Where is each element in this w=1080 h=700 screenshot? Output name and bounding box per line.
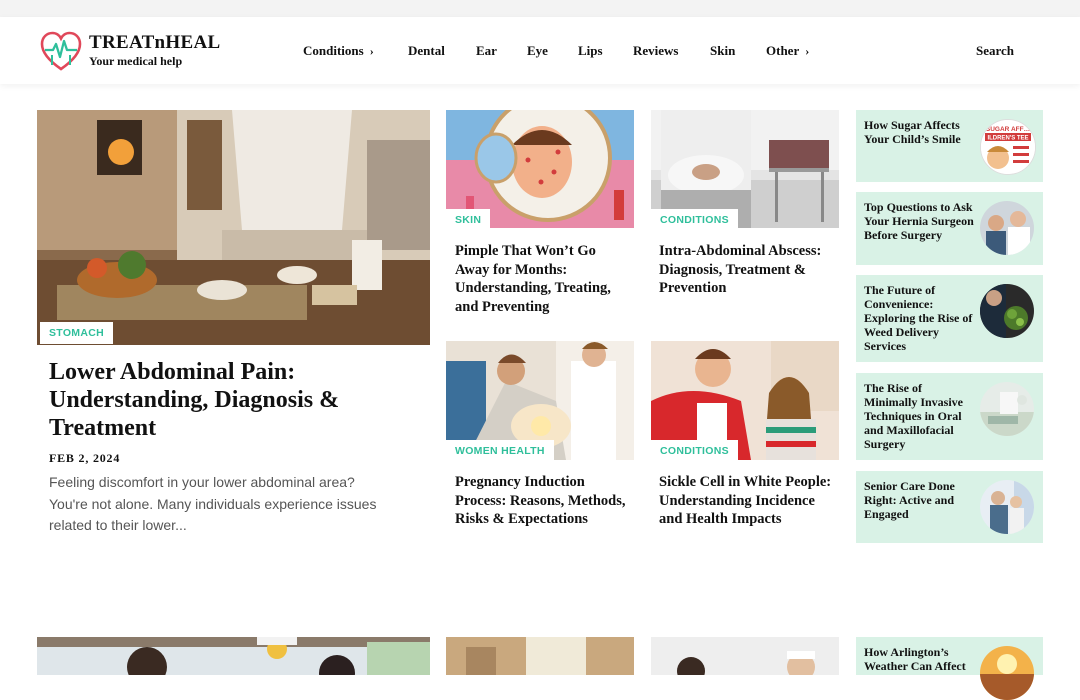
article-image-bottom-3[interactable] [651,637,839,675]
category-tag-conditions[interactable]: CONDITIONS [651,209,738,231]
sidebar-item-title: Top Questions to Ask Your Hernia Surgeon… [864,200,974,242]
sidebar-thumb: SUGAR AFF… ILDREN'S TEE [980,119,1036,175]
nav-label: Conditions [303,43,364,58]
article-title-pregnancy[interactable]: Pregnancy Induction Process: Reasons, Me… [455,473,637,529]
site-tagline: Your medical help [89,54,183,68]
article-image-dental[interactable] [37,637,430,675]
nav-item-skin[interactable]: Skin [710,43,735,59]
nav-item-dental[interactable]: Dental [408,43,445,59]
svg-text:SUGAR AFF…: SUGAR AFF… [986,126,1030,133]
nav-label: Lips [578,43,603,58]
article-title-sickle-cell[interactable]: Sickle Cell in White People: Understandi… [659,473,835,529]
category-tag-conditions[interactable]: CONDITIONS [651,440,738,462]
sidebar-item-senior-care[interactable]: Senior Care Done Right: Active and Engag… [856,471,1043,543]
featured-date: FEB 2, 2024 [49,451,121,465]
site-header: TREATnHEAL Your medical help Conditions ›… [0,17,1080,84]
sidebar-item-title: Senior Care Done Right: Active and Engag… [864,479,955,521]
sidebar-item-sugar[interactable]: How Sugar Affects Your Child’s Smile SUG… [856,110,1043,182]
chevron-right-icon: › [805,44,810,58]
featured-excerpt: Feeling discomfort in your lower abdomin… [49,474,377,533]
nav-item-reviews[interactable]: Reviews [633,43,679,59]
sidebar-item-oral-surgery[interactable]: The Rise of Minimally Invasive Technique… [856,373,1043,460]
nav-label: Ear [476,43,497,58]
nav-label: Other [766,43,800,58]
article-image-bottom-2[interactable] [446,637,634,675]
featured-image[interactable] [37,110,430,345]
nav-item-lips[interactable]: Lips [578,43,603,59]
nav-item-eye[interactable]: Eye [527,43,548,59]
nav-label: Reviews [633,43,679,58]
sidebar-item-weed-delivery[interactable]: The Future of Convenience: Exploring the… [856,275,1043,362]
nav-label: Skin [710,43,736,58]
category-tag-skin[interactable]: SKIN [446,209,491,231]
browser-top-strip [0,0,1080,17]
brand[interactable]: TREATnHEAL Your medical help [89,33,220,68]
sidebar-item-title: How Arlington’s Weather Can Affect [864,645,966,673]
sidebar-thumb [980,284,1034,338]
sidebar-item-arlington[interactable]: How Arlington’s Weather Can Affect [856,637,1043,700]
category-tag-women-health[interactable]: WOMEN HEALTH [446,440,554,462]
featured-title[interactable]: Lower Abdominal Pain: Understanding, Dia… [49,358,409,442]
sidebar-item-hernia[interactable]: Top Questions to Ask Your Hernia Surgeon… [856,192,1043,265]
sidebar-thumb [980,201,1034,255]
category-tag-featured[interactable]: STOMACH [40,322,113,344]
article-title-pimple[interactable]: Pimple That Won’t Go Away for Months: Un… [455,242,627,316]
sidebar-item-title: The Future of Convenience: Exploring the… [864,283,973,353]
sidebar-thumb [980,382,1034,436]
nav-label: Dental [408,43,445,58]
sidebar-thumb [980,646,1034,700]
heart-logo-icon[interactable] [40,31,82,71]
nav-item-conditions[interactable]: Conditions › [303,43,374,59]
search-button[interactable]: Search [976,43,1014,59]
site-name: TREATnHEAL [89,32,221,53]
nav-item-ear[interactable]: Ear [476,43,497,59]
nav-label: Eye [527,43,548,58]
sidebar-item-title: How Sugar Affects Your Child’s Smile [864,118,961,146]
svg-text:ILDREN'S TEE: ILDREN'S TEE [987,136,1028,142]
chevron-right-icon: › [369,44,374,58]
article-title-abscess[interactable]: Intra-Abdominal Abscess: Diagnosis, Trea… [659,242,835,298]
sidebar-item-title: The Rise of Minimally Invasive Technique… [864,381,964,451]
nav-item-other[interactable]: Other › [766,43,809,59]
sidebar-thumb [980,480,1034,534]
